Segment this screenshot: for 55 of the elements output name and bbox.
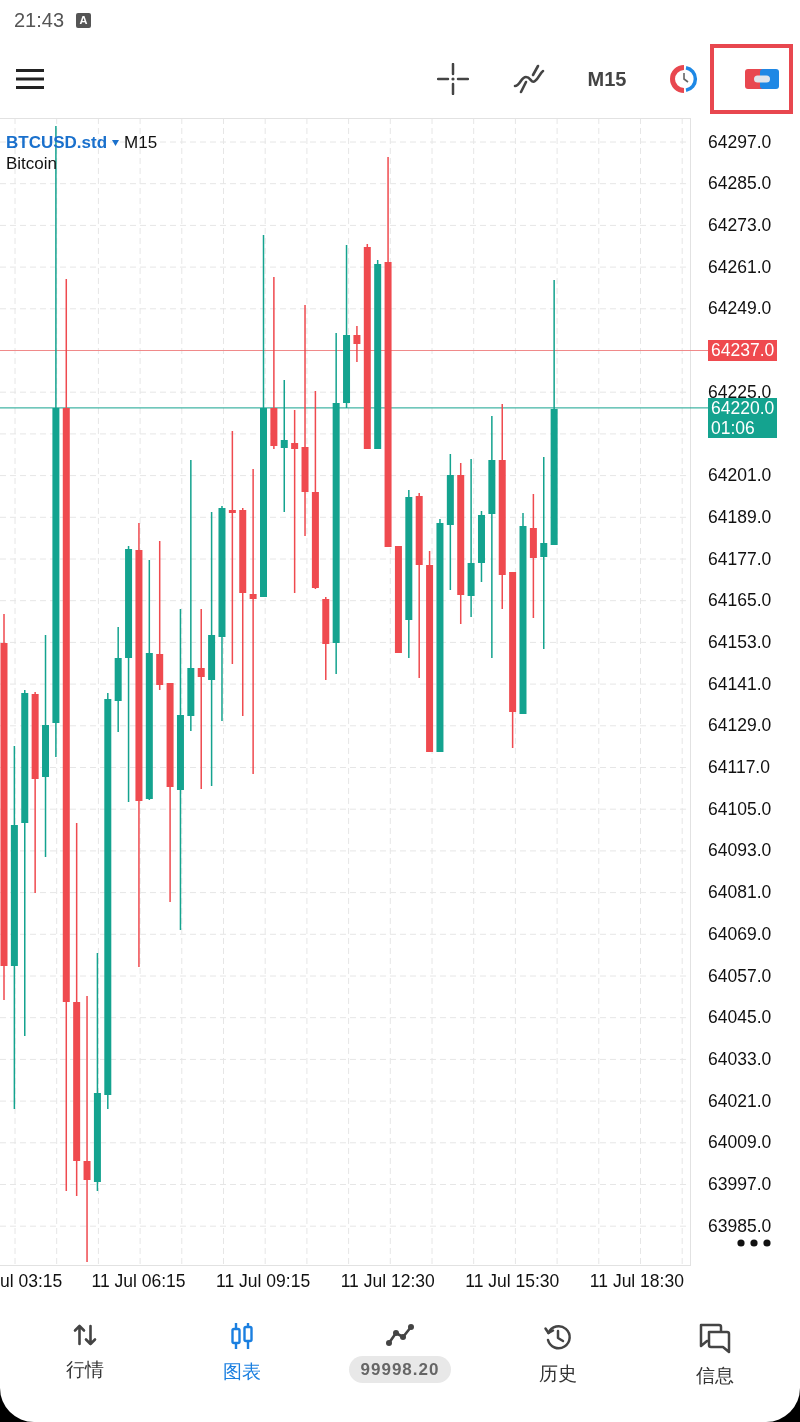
chart-tab[interactable]: 图表 bbox=[163, 1322, 322, 1422]
price-label: 64057.0 bbox=[708, 965, 772, 987]
messages-tab[interactable]: 信息 bbox=[636, 1322, 794, 1422]
price-label: 64297.0 bbox=[708, 131, 772, 153]
chart-timeframe: M15 bbox=[124, 132, 158, 153]
history-tab[interactable]: 历史 bbox=[478, 1322, 637, 1422]
ask-price-tag: 64237.0 bbox=[708, 340, 778, 361]
up-down-arrows-icon bbox=[71, 1322, 98, 1348]
price-label: 64249.0 bbox=[708, 298, 772, 320]
notification-icon: A bbox=[76, 12, 92, 28]
price-label: 63985.0 bbox=[708, 1215, 772, 1237]
price-label: 64177.0 bbox=[708, 548, 772, 570]
time-label: 11 Jul 18:30 bbox=[589, 1270, 684, 1293]
split-tile-icon bbox=[745, 69, 779, 89]
price-label: 64201.0 bbox=[708, 465, 772, 487]
price-label: 63997.0 bbox=[708, 1174, 772, 1195]
ring-clock-icon bbox=[669, 64, 699, 94]
quotes-tab[interactable]: 行情 bbox=[6, 1322, 164, 1422]
more-icon[interactable] bbox=[737, 1239, 771, 1247]
balance-value: 99998.20 bbox=[348, 1356, 452, 1383]
time-label: 11 Jul 15:30 bbox=[465, 1270, 560, 1293]
price-label: 64009.0 bbox=[708, 1132, 772, 1154]
caret-icon bbox=[112, 139, 120, 146]
candlestick-icon bbox=[229, 1322, 256, 1350]
time-label: 11 Jul 12:30 bbox=[340, 1270, 435, 1293]
price-label: 64105.0 bbox=[708, 798, 772, 820]
price-label: 64261.0 bbox=[708, 256, 772, 278]
price-label: 64117.0 bbox=[708, 757, 770, 778]
price-label: 64081.0 bbox=[708, 882, 772, 904]
history-icon bbox=[542, 1322, 573, 1352]
time-label: ul 03:15 bbox=[0, 1270, 63, 1293]
price-label: 64033.0 bbox=[708, 1048, 772, 1070]
price-label: 64189.0 bbox=[708, 506, 772, 528]
price-label: 64093.0 bbox=[708, 840, 772, 862]
price-label: 64069.0 bbox=[708, 923, 772, 945]
price-label: 64141.0 bbox=[708, 673, 772, 695]
price-label: 64045.0 bbox=[708, 1007, 772, 1029]
price-label: 64021.0 bbox=[708, 1090, 772, 1112]
crosshair-icon bbox=[437, 63, 469, 95]
bar-countdown: 01:06 bbox=[711, 417, 756, 438]
time-label: 11 Jul 09:15 bbox=[216, 1270, 311, 1293]
menu-icon bbox=[16, 69, 44, 89]
trade-tab[interactable]: 99998.20 bbox=[321, 1322, 479, 1422]
status-time: 21:43 bbox=[14, 8, 65, 32]
price-label: 64129.0 bbox=[708, 715, 772, 737]
line-chart-icon bbox=[385, 1322, 415, 1348]
price-label: 64285.0 bbox=[708, 173, 772, 195]
timeframe-button[interactable]: M15 bbox=[577, 57, 637, 101]
price-label: 64273.0 bbox=[708, 214, 772, 236]
chat-icon bbox=[698, 1322, 733, 1354]
price-label: 64153.0 bbox=[708, 631, 772, 653]
time-label: 11 Jul 06:15 bbox=[91, 1270, 186, 1293]
curve-icon bbox=[513, 64, 545, 94]
candle bbox=[353, 326, 361, 362]
price-label: 64165.0 bbox=[708, 590, 772, 612]
